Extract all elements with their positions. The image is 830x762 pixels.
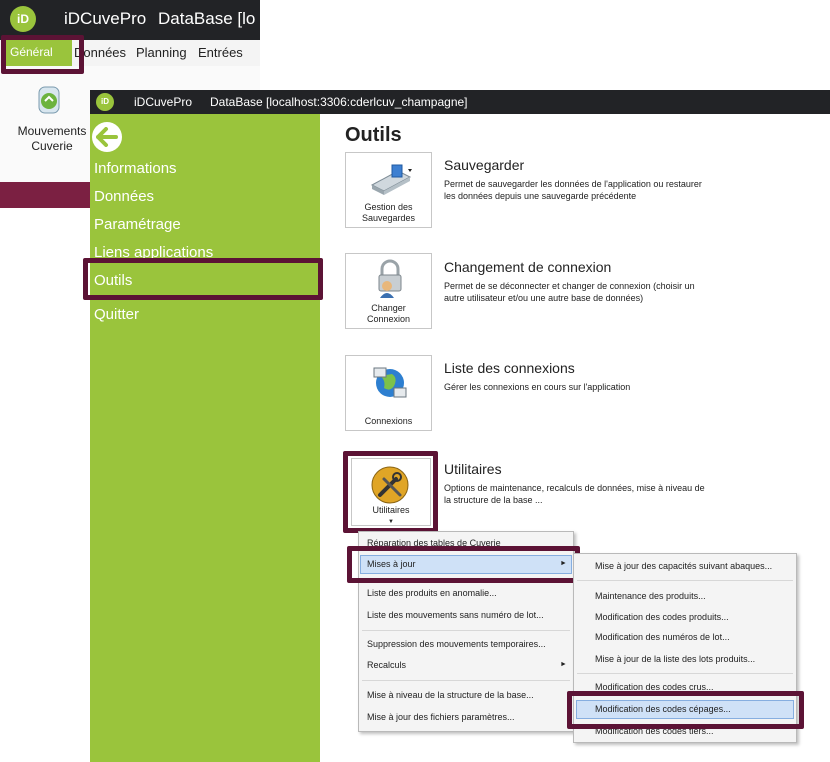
menu-item-mise-a-niveau-structure[interactable]: Mise à niveau de la structure de la base… — [367, 690, 534, 700]
sidebar-item-liens-applications[interactable]: Liens applications — [94, 244, 213, 261]
tool-desc-liste-connexions: Gérer les connexions en cours sur l'appl… — [444, 382, 631, 392]
cuverie-movement-icon[interactable] — [36, 86, 62, 114]
back-arrow-icon — [96, 127, 118, 147]
menu-item-produits-anomalie[interactable]: Liste des produits en anomalie... — [367, 588, 497, 598]
menu-separator — [362, 680, 570, 681]
backup-management-button[interactable]: Gestion des Sauvegardes — [345, 152, 432, 228]
submenu-item-capacites-abaques[interactable]: Mise à jour des capacités suivant abaque… — [595, 561, 772, 571]
background-title-bar: iD iDCuvePro DataBase [lo — [0, 0, 260, 40]
menu-separator — [362, 580, 570, 581]
submenu-item-codes-produits[interactable]: Modification des codes produits... — [595, 612, 729, 622]
ribbon-item-mouvements-cuverie[interactable]: Mouvements Cuverie — [10, 124, 94, 154]
background-app-name: iDCuvePro — [64, 9, 147, 28]
menu-separator — [577, 580, 793, 581]
menu-item-mouvements-sans-lot[interactable]: Liste des mouvements sans numéro de lot.… — [367, 610, 544, 620]
submenu-item-numeros-lot[interactable]: Modification des numéros de lot... — [595, 632, 730, 642]
sidebar-item-outils[interactable]: Outils — [94, 272, 132, 289]
menu-item-reparation-tables[interactable]: Réparation des tables de Cuverie — [367, 538, 501, 548]
submenu-item-maintenance-produits[interactable]: Maintenance des produits... — [595, 591, 706, 601]
tab-entrees[interactable]: Entrées — [198, 45, 243, 60]
background-database-label: DataBase [lo — [158, 9, 256, 28]
backup-drive-icon — [370, 164, 412, 195]
app-logo-icon: iD — [10, 6, 36, 32]
menu-item-recalculs[interactable]: Recalculs — [367, 660, 406, 670]
menu-item-mises-a-jour[interactable]: Mises à jour — [367, 559, 416, 569]
tool-title-sauvegarder: Sauvegarder — [444, 157, 525, 173]
submenu-arrow-icon: ► — [560, 560, 567, 567]
menu-separator — [577, 673, 793, 674]
sidebar-item-parametrage[interactable]: Paramétrage — [94, 216, 181, 233]
background-ribbon-tabs: Général Données Planning Entrées — [0, 40, 260, 67]
tool-title-changement-connexion: Changement de connexion — [444, 259, 612, 275]
menu-separator — [362, 630, 570, 631]
submenu-item-codes-cepages[interactable]: Modification des codes cépages... — [595, 704, 731, 714]
dropdown-arrow-icon: ▼ — [388, 519, 394, 525]
page-title: Outils — [345, 124, 402, 146]
tab-planning[interactable]: Planning — [136, 45, 187, 60]
menu-item-fichiers-parametres[interactable]: Mise à jour des fichiers paramètres... — [367, 712, 515, 722]
connections-button[interactable]: Connexions — [345, 355, 432, 431]
tab-general[interactable]: Général — [4, 40, 72, 66]
tool-desc-changement-connexion: Permet de se déconnecter et changer de c… — [444, 281, 695, 303]
sidebar-item-quitter[interactable]: Quitter — [94, 306, 139, 323]
app-logo-icon: iD — [96, 93, 114, 111]
sidebar-item-donnees[interactable]: Données — [94, 188, 154, 205]
main-database-label: DataBase [localhost:3306:cderlcuv_champa… — [210, 95, 468, 109]
network-globe-icon — [373, 367, 407, 398]
sidebar-item-informations[interactable]: Informations — [94, 160, 177, 177]
submenu-item-liste-lots-produits[interactable]: Mise à jour de la liste des lots produit… — [595, 654, 755, 664]
wrench-screwdriver-icon — [371, 466, 409, 504]
tab-donnees[interactable]: Données — [74, 45, 126, 60]
back-button[interactable] — [92, 122, 122, 152]
tool-title-liste-connexions: Liste des connexions — [444, 360, 575, 376]
submenu-item-codes-tiers[interactable]: Modification des codes tiers... — [595, 726, 714, 736]
tool-desc-sauvegarder: Permet de sauvegarder les données de l'a… — [444, 179, 702, 201]
submenu-arrow-icon: ► — [560, 661, 567, 668]
main-title-bar: iD iDCuvePro DataBase [localhost:3306:cd… — [90, 90, 830, 114]
menu-item-suppression-temporaires[interactable]: Suppression des mouvements temporaires..… — [367, 639, 546, 649]
tool-desc-utilitaires: Options de maintenance, recalculs de don… — [444, 483, 705, 505]
submenu-item-codes-crus[interactable]: Modification des codes crus... — [595, 682, 714, 692]
sidebar — [90, 114, 320, 762]
main-app-name: iDCuvePro — [134, 95, 193, 109]
change-connection-button[interactable]: Changer Connexion — [345, 253, 432, 329]
padlock-user-icon — [378, 259, 402, 298]
utilities-button[interactable]: Utilitaires ▼ — [351, 458, 431, 526]
tool-title-utilitaires: Utilitaires — [444, 461, 502, 477]
